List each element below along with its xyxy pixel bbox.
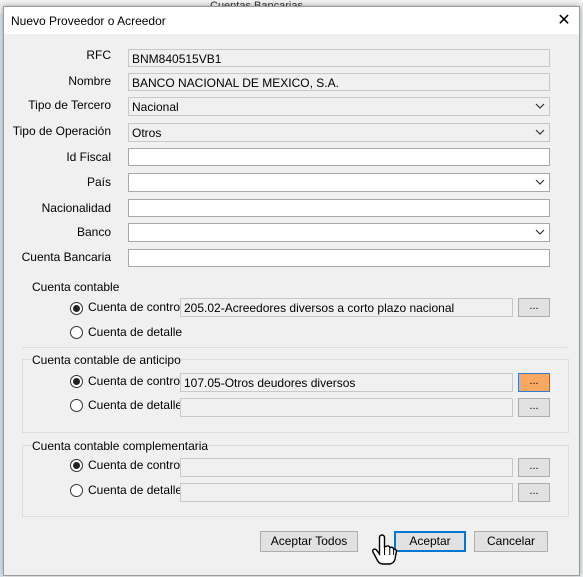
- tipo-tercero-value: Nacional: [132, 100, 179, 114]
- tipo-tercero-select[interactable]: Nacional: [128, 97, 550, 116]
- cuenta-complementaria-detalle-radio[interactable]: [70, 484, 83, 497]
- rfc-label: RFC: [86, 48, 111, 62]
- cuenta-contable-control-radio[interactable]: [70, 302, 83, 315]
- chevron-down-icon: [535, 229, 545, 235]
- cuenta-contable-detalle-label[interactable]: Cuenta de detalle: [88, 325, 182, 339]
- tipo-operacion-label: Tipo de Operación: [12, 124, 111, 138]
- banco-select[interactable]: [128, 223, 550, 242]
- cuenta-anticipo-detalle-browse-button[interactable]: ...: [518, 398, 550, 417]
- aceptar-todos-button[interactable]: Aceptar Todos: [260, 531, 358, 552]
- cuenta-anticipo-control-radio[interactable]: [70, 375, 83, 388]
- nacionalidad-field[interactable]: [128, 199, 550, 217]
- cuenta-anticipo-control-label[interactable]: Cuenta de control: [88, 374, 183, 388]
- nombre-field[interactable]: BANCO NACIONAL DE MEXICO, S.A.: [128, 73, 550, 91]
- id-fiscal-label: Id Fiscal: [66, 150, 111, 164]
- cuenta-anticipo-group: [22, 359, 569, 433]
- dialog-titlebar: Nuevo Proveedor o Acreedor ✕: [4, 7, 579, 34]
- cancelar-button[interactable]: Cancelar: [474, 531, 548, 552]
- cuenta-complementaria-group: [22, 445, 569, 517]
- cuenta-anticipo-control-field[interactable]: 107.05-Otros deudores diversos: [180, 373, 513, 392]
- id-fiscal-field[interactable]: [128, 148, 550, 166]
- cuenta-contable-detalle-radio[interactable]: [70, 326, 83, 339]
- cuenta-anticipo-detalle-radio[interactable]: [70, 399, 83, 412]
- pais-label: País: [86, 175, 111, 189]
- cuenta-complementaria-browse-button[interactable]: ...: [518, 458, 550, 477]
- aceptar-button[interactable]: Aceptar: [394, 531, 466, 552]
- tipo-tercero-label: Tipo de Tercero: [28, 98, 111, 112]
- chevron-down-icon: [535, 103, 545, 109]
- cuenta-contable-title: Cuenta contable: [32, 280, 120, 294]
- chevron-down-icon: [535, 129, 545, 135]
- cuenta-contable-browse-button[interactable]: ...: [518, 298, 550, 317]
- nombre-label: Nombre: [68, 74, 111, 88]
- cuenta-anticipo-detalle-label[interactable]: Cuenta de detalle: [88, 398, 182, 412]
- pais-select[interactable]: [128, 173, 550, 192]
- tipo-operacion-value: Otros: [132, 126, 162, 140]
- proveedor-dialog: Nuevo Proveedor o Acreedor ✕ RFC BNM8405…: [3, 6, 580, 576]
- cuenta-contable-control-field[interactable]: 205.02-Acreedores diversos a corto plazo…: [180, 298, 513, 317]
- cuenta-complementaria-title: Cuenta contable complementaria: [32, 439, 209, 453]
- cuenta-complementaria-control-radio[interactable]: [70, 459, 83, 472]
- cuenta-complementaria-control-field[interactable]: [180, 458, 513, 477]
- close-button[interactable]: ✕: [553, 10, 575, 32]
- cuenta-anticipo-title: Cuenta contable de anticipo: [32, 353, 181, 367]
- cuenta-anticipo-detalle-field[interactable]: [180, 398, 513, 417]
- nacionalidad-label: Nacionalidad: [41, 201, 111, 215]
- dialog-title: Nuevo Proveedor o Acreedor: [11, 14, 166, 28]
- cuenta-complementaria-detalle-browse-button[interactable]: ...: [518, 483, 550, 502]
- banco-label: Banco: [76, 225, 111, 239]
- rfc-field[interactable]: BNM840515VB1: [128, 49, 550, 67]
- cuenta-complementaria-detalle-field[interactable]: [180, 483, 513, 502]
- cuenta-bancaria-field[interactable]: [128, 249, 550, 267]
- tipo-operacion-select[interactable]: Otros: [128, 123, 550, 142]
- chevron-down-icon: [535, 179, 545, 185]
- hand-cursor-icon: [372, 534, 398, 565]
- cuenta-bancaria-label: Cuenta Bancaria: [21, 250, 111, 264]
- cuenta-complementaria-detalle-label[interactable]: Cuenta de detalle: [88, 483, 182, 497]
- cuenta-complementaria-control-label[interactable]: Cuenta de control: [88, 458, 183, 472]
- cuenta-contable-control-label[interactable]: Cuenta de control: [88, 300, 183, 314]
- cuenta-anticipo-browse-button[interactable]: ...: [518, 373, 550, 392]
